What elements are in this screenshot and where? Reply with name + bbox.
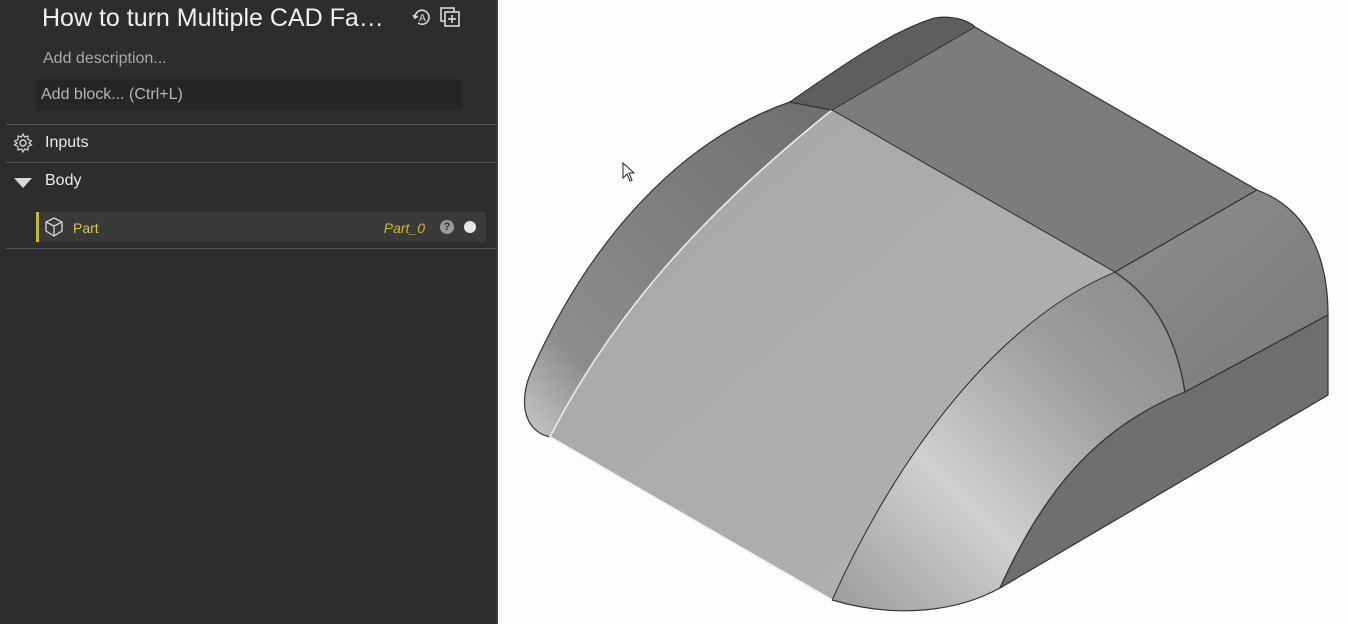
add-block-placeholder: Add block... (Ctrl+L) [41, 86, 183, 103]
tree-item-inputs[interactable]: Inputs [45, 134, 89, 152]
divider [6, 162, 496, 163]
title-actions: A [411, 6, 461, 28]
selection-indicator [36, 212, 39, 242]
side-panel: How to turn Multiple CAD Fa… A Add descr… [0, 0, 496, 624]
document-title[interactable]: How to turn Multiple CAD Fa… [42, 4, 384, 33]
part-label: Part [73, 220, 99, 236]
help-icon[interactable]: ? [440, 220, 454, 234]
part-variable-name[interactable]: Part_0 [384, 220, 425, 236]
divider [6, 124, 496, 125]
cursor-arrow-icon [622, 161, 636, 187]
tree-item-part[interactable]: Part Part_0 ? [36, 212, 486, 242]
caret-down-icon[interactable] [14, 175, 32, 193]
tree-item-body[interactable]: Body [45, 172, 81, 190]
svg-text:A: A [419, 13, 426, 24]
cad-model[interactable] [498, 0, 1348, 624]
visibility-dot-icon[interactable] [464, 221, 476, 233]
divider [6, 248, 496, 249]
add-block-input[interactable]: Add block... (Ctrl+L) [36, 79, 462, 110]
description-field[interactable]: Add description... [43, 50, 167, 68]
inputs-gear-icon [13, 132, 33, 158]
part-cube-icon [44, 217, 64, 242]
add-copy-icon[interactable] [439, 6, 461, 28]
autograph-refresh-icon[interactable]: A [411, 6, 433, 28]
3d-viewport[interactable] [498, 0, 1348, 624]
